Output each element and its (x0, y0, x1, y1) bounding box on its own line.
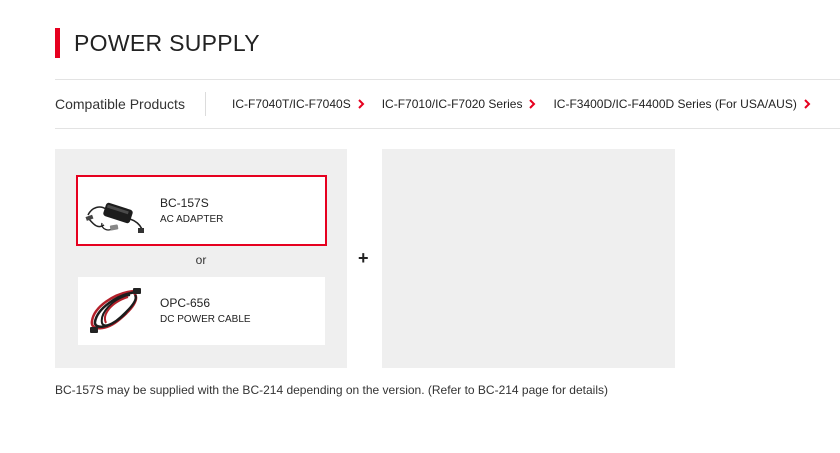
compatible-link-ic-f7040[interactable]: IC-F7040T/IC-F7040S (232, 97, 365, 111)
ac-adapter-image (85, 202, 144, 233)
title-accent-bar (55, 28, 60, 58)
product-info: BC-157S AC ADAPTER (160, 195, 223, 227)
compatible-link-label: IC-F3400D/IC-F4400D Series (For USA/AUS) (553, 97, 797, 111)
chevron-right-icon (358, 99, 365, 109)
footnote: BC-157S may be supplied with the BC-214 … (55, 383, 608, 397)
power-cable-image (90, 288, 141, 333)
product-name: BC-157S (160, 195, 209, 210)
compatible-products-label: Compatible Products (55, 96, 185, 112)
power-option-panel: BC-157S AC ADAPTER or OPC-656 DC POWER C… (55, 149, 347, 368)
compatible-products-bar: Compatible Products IC-F7040T/IC-F7040S … (55, 79, 840, 129)
compatible-link-ic-f3400d[interactable]: IC-F3400D/IC-F4400D Series (For USA/AUS) (553, 97, 811, 111)
chevron-right-icon (529, 99, 536, 109)
compatible-link-label: IC-F7040T/IC-F7040S (232, 97, 351, 111)
compatible-link-label: IC-F7010/IC-F7020 Series (381, 97, 523, 111)
compatible-link-ic-f7010[interactable]: IC-F7010/IC-F7020 Series (382, 97, 537, 111)
product-info: OPC-656 DC POWER CABLE (160, 295, 251, 327)
page-title: POWER SUPPLY (74, 29, 260, 56)
product-card-opc-656[interactable]: OPC-656 DC POWER CABLE (78, 277, 325, 345)
divider (205, 92, 206, 116)
or-label: or (195, 253, 207, 267)
page-header: POWER SUPPLY (55, 28, 260, 58)
product-name: OPC-656 (160, 296, 211, 310)
chevron-right-icon (804, 99, 811, 109)
product-description: DC POWER CABLE (160, 314, 251, 325)
accessory-panel (382, 149, 675, 368)
product-card-bc-157s[interactable]: BC-157S AC ADAPTER (76, 175, 327, 246)
plus-icon: + (358, 248, 369, 268)
product-description: AC ADAPTER (160, 213, 224, 225)
